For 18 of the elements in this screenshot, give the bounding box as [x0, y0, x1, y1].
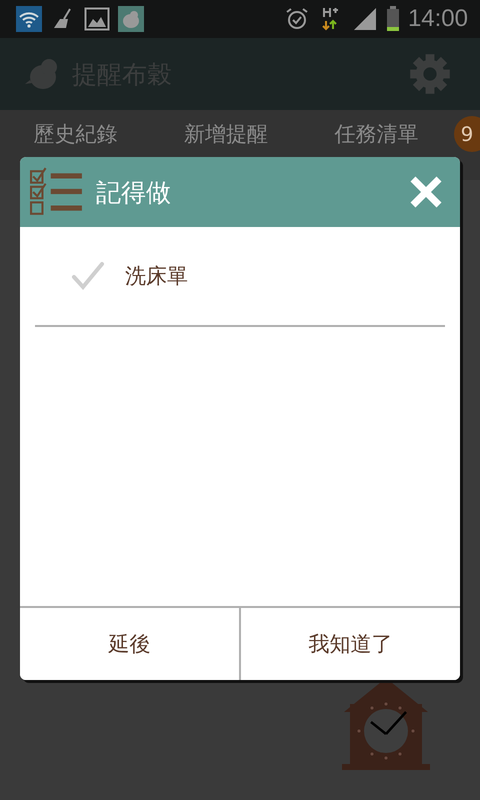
wifi-icon [16, 6, 42, 32]
settings-icon[interactable] [408, 52, 452, 96]
bird-icon [118, 6, 144, 32]
tab[interactable]: 新增提醒 [150, 120, 302, 148]
checkmark-icon[interactable] [71, 261, 105, 291]
close-icon[interactable] [408, 174, 444, 210]
battery-icon [386, 6, 400, 32]
count-badge: 9 [454, 116, 480, 152]
clock-time: 14:00 [408, 5, 468, 33]
signal-icon [352, 6, 378, 32]
dialog-title: 記得做 [96, 176, 172, 208]
tab[interactable]: 歷史紀錄 [0, 120, 151, 148]
checklist-icon [30, 167, 84, 217]
alarm-icon [284, 6, 310, 32]
image-icon [84, 6, 110, 32]
dialog-button[interactable]: 延後 [20, 608, 241, 680]
tab[interactable]: 任務清單 [301, 120, 452, 148]
task-label: 洗床單 [125, 263, 188, 290]
